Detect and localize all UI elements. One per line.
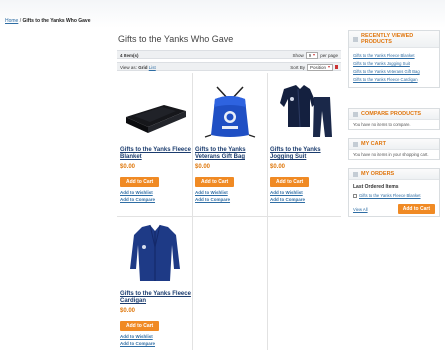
breadcrumb-separator: / — [19, 18, 22, 24]
sidebar-add-to-cart-button[interactable]: Add to Cart — [397, 204, 435, 214]
toolbar-pager: 4 Item(s) Show 9 per page — [117, 50, 341, 59]
my-cart-title-text: My Cart — [361, 141, 386, 147]
product-price: $0.00 — [120, 308, 136, 314]
recently-viewed-link[interactable]: Gifts to the Yanks Jogging Suit — [353, 61, 435, 66]
sort-by-select[interactable]: Position — [306, 63, 333, 71]
view-as-label: View as: — [120, 64, 137, 70]
sort-by-label: Sort By — [290, 64, 305, 70]
breadcrumb-current: Gifts to the Yanks Who Gave — [22, 18, 91, 24]
grid-divider — [117, 216, 341, 217]
product-image-blanket[interactable] — [120, 77, 190, 143]
add-to-wishlist-link[interactable]: Add to Wishlist — [120, 190, 194, 195]
per-page-value: 9 — [308, 52, 312, 58]
breadcrumb: Home / Gifts to the Yanks Who Gave — [5, 18, 91, 24]
per-page-label: per page — [320, 52, 338, 58]
product-name-link[interactable]: Gifts to the Yanks Fleece Blanket — [120, 147, 194, 161]
per-page-select[interactable]: 9 — [305, 51, 319, 59]
recently-viewed-link[interactable]: Gifts to the Yanks Fleece Blanket — [353, 53, 435, 58]
cardigan-image — [130, 224, 180, 281]
cart-icon — [353, 141, 358, 147]
compare-products-text: You have no items to compare. — [353, 122, 411, 127]
add-to-wishlist-link[interactable]: Add to Wishlist — [195, 190, 269, 195]
compare-products-block: Compare Products You have no items to co… — [348, 108, 440, 130]
chevron-down-icon — [313, 54, 316, 57]
add-to-wishlist-link[interactable]: Add to Wishlist — [120, 334, 194, 339]
product-name-link[interactable]: Gifts to the Yanks Fleece Cardigan — [120, 291, 194, 305]
orders-icon — [353, 171, 358, 177]
add-to-compare-link[interactable]: Add to Compare — [120, 197, 194, 202]
product-grid: Gifts to the Yanks Fleece Blanket $0.00 … — [117, 73, 341, 350]
recently-viewed-link[interactable]: Gifts to the Yanks Veterans Gift Bag — [353, 69, 435, 74]
product-image-gift-bag[interactable] — [195, 77, 265, 143]
compare-products-title-text: Compare Products — [361, 111, 422, 117]
product-price: $0.00 — [270, 164, 286, 170]
add-to-compare-link[interactable]: Add to Compare — [270, 197, 344, 202]
add-to-cart-button[interactable]: Add to Cart — [120, 177, 160, 187]
view-list-link[interactable]: List — [149, 65, 156, 70]
last-ordered-checkbox[interactable] — [353, 193, 357, 198]
jogging-suit-image — [280, 85, 332, 137]
my-orders-block: My Orders Last Ordered Items Gifts to th… — [348, 168, 440, 217]
product-name-link[interactable]: Gifts to the Yanks Veterans Gift Bag — [195, 147, 269, 161]
recently-viewed-block: Recently Viewed Products Gifts to the Ya… — [348, 30, 440, 88]
product-card: Gifts to the Yanks Jogging Suit $0.00 Ad… — [270, 77, 344, 202]
add-to-cart-button[interactable]: Add to Cart — [120, 321, 160, 331]
page-title: Gifts to the Yanks Who Gave — [118, 34, 234, 44]
sort-direction-icon[interactable] — [335, 65, 338, 69]
my-orders-title-text: My Orders — [361, 171, 395, 177]
product-image-cardigan[interactable] — [120, 221, 190, 287]
add-to-wishlist-link[interactable]: Add to Wishlist — [270, 190, 344, 195]
last-ordered-item: Gifts to the Yanks Fleece Blanket — [353, 193, 435, 198]
breadcrumb-home-link[interactable]: Home — [5, 18, 18, 24]
my-cart-block: My Cart You have no items in your shoppi… — [348, 138, 440, 160]
show-label: Show — [292, 52, 304, 58]
add-to-cart-button[interactable]: Add to Cart — [270, 177, 310, 187]
item-count: 4 Item(s) — [120, 52, 139, 58]
toolbar-view: View as: Grid List Sort By Position — [117, 62, 341, 71]
add-to-compare-link[interactable]: Add to Compare — [195, 197, 269, 202]
product-card: Gifts to the Yanks Fleece Cardigan $0.00… — [120, 221, 194, 346]
last-ordered-heading: Last Ordered Items — [353, 184, 399, 190]
product-card: Gifts to the Yanks Fleece Blanket $0.00 … — [120, 77, 194, 202]
product-name-link[interactable]: Gifts to the Yanks Jogging Suit — [270, 147, 344, 161]
recently-viewed-icon — [353, 36, 358, 42]
recently-viewed-title-text: Recently Viewed Products — [361, 33, 414, 45]
recently-viewed-title: Recently Viewed Products — [349, 31, 439, 48]
add-to-compare-link[interactable]: Add to Compare — [120, 341, 194, 346]
view-all-link[interactable]: View All — [353, 207, 368, 212]
product-price: $0.00 — [195, 164, 211, 170]
compare-icon — [353, 111, 358, 117]
blanket-image — [126, 105, 186, 133]
product-price: $0.00 — [120, 164, 136, 170]
my-cart-title: My Cart — [349, 139, 439, 150]
my-orders-title: My Orders — [349, 169, 439, 180]
product-card: Gifts to the Yanks Veterans Gift Bag $0.… — [195, 77, 269, 202]
chevron-down-icon — [328, 66, 330, 69]
add-to-cart-button[interactable]: Add to Cart — [195, 177, 235, 187]
view-grid: Grid — [138, 64, 148, 70]
last-ordered-item-link[interactable]: Gifts to the Yanks Fleece Blanket — [359, 193, 421, 198]
my-cart-text: You have no items in your shopping cart. — [353, 152, 429, 157]
sort-by-value: Position — [309, 64, 326, 70]
gift-bag-image — [204, 86, 256, 138]
compare-products-title: Compare Products — [349, 109, 439, 120]
product-image-jogging-suit[interactable] — [270, 77, 340, 143]
recently-viewed-link[interactable]: Gifts to the Yanks Fleece Cardigan — [353, 77, 435, 82]
